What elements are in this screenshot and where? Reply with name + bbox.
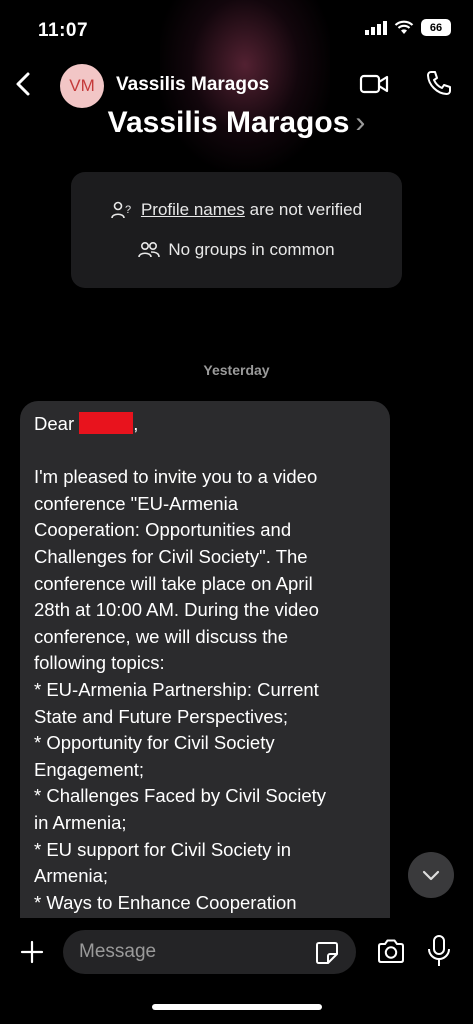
message-line: conference will take place on April — [34, 572, 313, 594]
contact-info-card: ? Profile names are not verified No grou… — [71, 172, 402, 288]
back-chevron-icon[interactable] — [10, 68, 40, 100]
message-line: * EU-Armenia Partnership: Current — [34, 678, 319, 700]
battery-level: 66 — [429, 21, 443, 34]
wifi-icon — [394, 20, 414, 34]
message-line: following topics: — [34, 652, 165, 674]
person-question-icon: ? — [111, 201, 131, 219]
group-icon — [138, 241, 161, 258]
profile-name[interactable]: Vassilis Maragos › — [0, 106, 473, 140]
status-time: 11:07 — [38, 20, 89, 41]
phone-icon[interactable] — [424, 68, 454, 98]
chat-header: VM Vassilis Maragos — [0, 62, 473, 108]
groups-text: No groups in common — [168, 240, 335, 259]
svg-text:?: ? — [125, 204, 131, 216]
avatar[interactable]: VM — [60, 64, 104, 108]
groups-row: No groups in common — [71, 240, 402, 260]
profile-name-text: Vassilis Maragos — [107, 106, 350, 139]
message-line: 28th at 10:00 AM. During the video — [34, 599, 319, 621]
message-line: Challenges for Civil Society". The — [34, 545, 308, 567]
message-line: Armenia; — [34, 865, 109, 887]
message-line: * Ways to Enhance Cooperation — [34, 891, 297, 913]
battery-icon: 66 — [421, 19, 451, 36]
message-text: Dear , I'm pleased to invite you to a vi… — [34, 411, 382, 916]
message-line: I'm pleased to invite you to a video — [34, 466, 318, 488]
message-line: conference "EU-Armenia — [34, 492, 238, 514]
header-contact-name[interactable]: Vassilis Maragos — [116, 74, 269, 96]
message-placeholder: Message — [79, 941, 157, 962]
status-icons: 66 — [365, 19, 451, 36]
message-line: in Armenia; — [34, 811, 127, 833]
message-line: * EU support for Civil Society in — [34, 838, 292, 860]
date-divider: Yesterday — [203, 362, 270, 378]
message-body: I'm pleased to invite you to a video conf… — [34, 464, 382, 916]
status-bar: 11:07 66 — [0, 0, 473, 60]
chevron-right-icon: › — [355, 106, 366, 139]
sticker-icon[interactable] — [314, 940, 340, 966]
camera-icon[interactable] — [375, 936, 407, 968]
plus-icon[interactable] — [18, 938, 46, 966]
message-line: conference, we will discuss the — [34, 625, 288, 647]
profile-verification-row: ? Profile names are not verified — [71, 200, 402, 220]
profile-names-link[interactable]: Profile names — [141, 200, 245, 219]
microphone-icon[interactable] — [426, 934, 452, 968]
redacted-name — [79, 412, 134, 434]
chevron-down-icon — [422, 870, 440, 881]
message-bubble[interactable]: Dear , I'm pleased to invite you to a vi… — [20, 401, 390, 961]
message-greeting: Dear , — [34, 412, 139, 434]
message-line: * Challenges Faced by Civil Society — [34, 785, 327, 807]
signal-icon — [365, 20, 387, 35]
message-line: Cooperation: Opportunities and — [34, 519, 292, 541]
message-line: State and Future Perspectives; — [34, 705, 288, 727]
message-input[interactable]: Message — [63, 930, 356, 974]
profile-names-suffix: are not verified — [249, 200, 363, 219]
message-line: * Opportunity for Civil Society — [34, 732, 275, 754]
video-camera-icon[interactable] — [358, 70, 390, 98]
scroll-down-button[interactable] — [408, 852, 454, 898]
message-line: Engagement; — [34, 758, 145, 780]
home-indicator — [152, 1004, 322, 1010]
